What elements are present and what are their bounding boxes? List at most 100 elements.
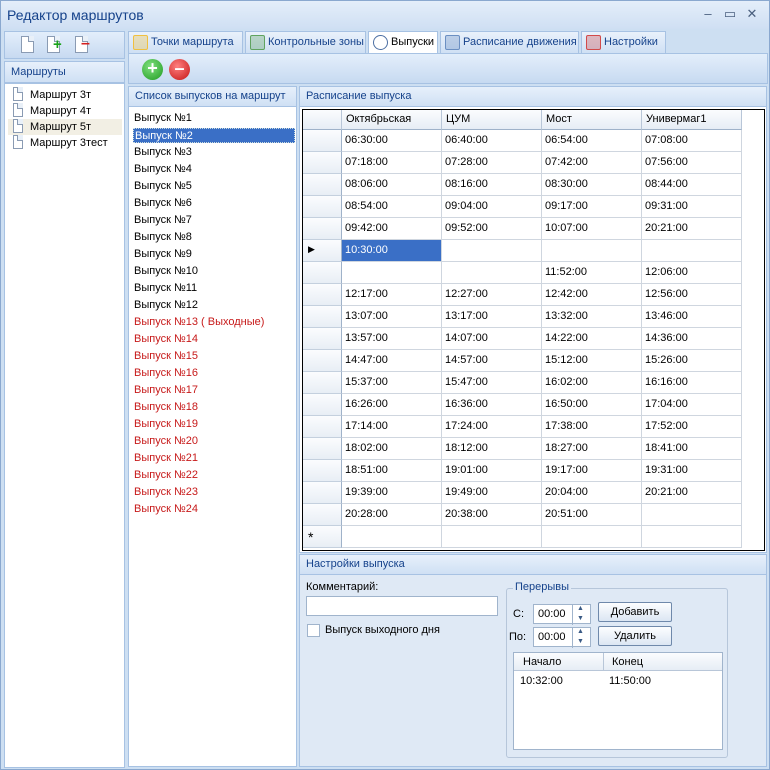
- maximize-button[interactable]: ▭: [720, 5, 740, 23]
- schedule-cell[interactable]: 10:07:00: [542, 218, 642, 240]
- schedule-cell[interactable]: 18:41:00: [642, 438, 742, 460]
- row-header[interactable]: [303, 174, 342, 196]
- tab-0[interactable]: Точки маршрута: [128, 31, 243, 53]
- schedule-cell[interactable]: 13:07:00: [342, 306, 442, 328]
- schedule-cell[interactable]: [442, 240, 542, 262]
- new-route-button[interactable]: [19, 35, 37, 55]
- schedule-cell[interactable]: 08:30:00: [542, 174, 642, 196]
- add-break-button[interactable]: Добавить: [598, 602, 672, 622]
- to-time-input[interactable]: 00:00 ▲ ▼: [533, 627, 591, 648]
- comment-input[interactable]: [306, 596, 498, 616]
- row-header[interactable]: [303, 482, 342, 504]
- route-item[interactable]: Маршрут 3т: [8, 87, 122, 103]
- row-header[interactable]: [303, 130, 342, 152]
- vypusk-item[interactable]: Выпуск №8: [133, 230, 295, 245]
- tab-2[interactable]: Выпуски: [368, 31, 438, 54]
- schedule-cell[interactable]: [342, 526, 442, 548]
- delete-route-button[interactable]: –: [73, 35, 91, 55]
- add-route-button[interactable]: +: [45, 35, 63, 55]
- schedule-cell[interactable]: 16:26:00: [342, 394, 442, 416]
- schedule-cell[interactable]: 06:40:00: [442, 130, 542, 152]
- vypusk-item[interactable]: Выпуск №15: [133, 349, 295, 364]
- vypusk-item[interactable]: Выпуск №3: [133, 145, 295, 160]
- schedule-cell[interactable]: 20:28:00: [342, 504, 442, 526]
- row-header[interactable]: [303, 284, 342, 306]
- schedule-cell[interactable]: 16:50:00: [542, 394, 642, 416]
- add-vypusk-button[interactable]: +: [142, 59, 163, 80]
- tab-1[interactable]: Контрольные зоны: [245, 31, 366, 53]
- schedule-cell[interactable]: [542, 240, 642, 262]
- route-item[interactable]: Маршрут 3тест: [8, 135, 122, 151]
- schedule-cell[interactable]: 20:21:00: [642, 218, 742, 240]
- schedule-cell[interactable]: 11:52:00: [542, 262, 642, 284]
- schedule-cell[interactable]: 08:44:00: [642, 174, 742, 196]
- schedule-cell[interactable]: 17:14:00: [342, 416, 442, 438]
- row-header[interactable]: [303, 262, 342, 284]
- vypusk-item[interactable]: Выпуск №17: [133, 383, 295, 398]
- schedule-cell[interactable]: 18:02:00: [342, 438, 442, 460]
- schedule-cell[interactable]: 08:16:00: [442, 174, 542, 196]
- close-button[interactable]: ✕: [742, 5, 762, 23]
- schedule-cell[interactable]: 07:42:00: [542, 152, 642, 174]
- tab-3[interactable]: Расписание движения: [440, 31, 579, 53]
- schedule-cell[interactable]: 18:51:00: [342, 460, 442, 482]
- schedule-cell[interactable]: 14:22:00: [542, 328, 642, 350]
- row-header[interactable]: [303, 372, 342, 394]
- vypusk-item[interactable]: Выпуск №14: [133, 332, 295, 347]
- schedule-cell[interactable]: [642, 240, 742, 262]
- schedule-cell[interactable]: 17:04:00: [642, 394, 742, 416]
- schedule-cell[interactable]: 08:54:00: [342, 196, 442, 218]
- schedule-cell[interactable]: 07:28:00: [442, 152, 542, 174]
- vypusk-item[interactable]: Выпуск №19: [133, 417, 295, 432]
- schedule-cell[interactable]: 17:24:00: [442, 416, 542, 438]
- schedule-cell[interactable]: 09:31:00: [642, 196, 742, 218]
- schedule-cell[interactable]: 07:56:00: [642, 152, 742, 174]
- schedule-cell[interactable]: 15:37:00: [342, 372, 442, 394]
- row-header[interactable]: [303, 416, 342, 438]
- row-header[interactable]: [303, 306, 342, 328]
- vypusk-item[interactable]: Выпуск №9: [133, 247, 295, 262]
- schedule-cell[interactable]: 09:04:00: [442, 196, 542, 218]
- vypusk-item[interactable]: Выпуск №7: [133, 213, 295, 228]
- column-header[interactable]: ЦУМ: [442, 110, 542, 130]
- schedule-cell[interactable]: 14:36:00: [642, 328, 742, 350]
- vypusk-item[interactable]: Выпуск №12: [133, 298, 295, 313]
- schedule-cell[interactable]: [542, 526, 642, 548]
- column-header[interactable]: Мост: [542, 110, 642, 130]
- schedule-cell[interactable]: [642, 504, 742, 526]
- vypusk-item[interactable]: Выпуск №22: [133, 468, 295, 483]
- weekend-checkbox[interactable]: [307, 624, 320, 637]
- schedule-cell[interactable]: 15:47:00: [442, 372, 542, 394]
- row-header[interactable]: [303, 460, 342, 482]
- vypusk-item[interactable]: Выпуск №2: [133, 128, 295, 143]
- tab-4[interactable]: Настройки: [581, 31, 666, 53]
- schedule-cell[interactable]: 20:51:00: [542, 504, 642, 526]
- schedule-cell[interactable]: 16:02:00: [542, 372, 642, 394]
- to-spinner[interactable]: ▲ ▼: [572, 628, 590, 648]
- vypusk-item[interactable]: Выпуск №10: [133, 264, 295, 279]
- from-spinner[interactable]: ▲ ▼: [572, 605, 590, 625]
- vypusk-item[interactable]: Выпуск №6: [133, 196, 295, 211]
- row-header[interactable]: [303, 438, 342, 460]
- break-start-value[interactable]: 10:32:00: [520, 675, 563, 687]
- schedule-cell[interactable]: 12:27:00: [442, 284, 542, 306]
- schedule-cell[interactable]: 14:07:00: [442, 328, 542, 350]
- vypusk-item[interactable]: Выпуск №4: [133, 162, 295, 177]
- schedule-cell[interactable]: 14:47:00: [342, 350, 442, 372]
- schedule-cell[interactable]: 19:17:00: [542, 460, 642, 482]
- vypusk-item[interactable]: Выпуск №23: [133, 485, 295, 500]
- vypusk-item[interactable]: Выпуск №21: [133, 451, 295, 466]
- row-header[interactable]: ▶: [303, 240, 342, 262]
- schedule-cell[interactable]: [442, 526, 542, 548]
- schedule-cell[interactable]: 15:26:00: [642, 350, 742, 372]
- row-header[interactable]: [303, 504, 342, 526]
- schedule-cell[interactable]: 09:17:00: [542, 196, 642, 218]
- schedule-cell[interactable]: 13:17:00: [442, 306, 542, 328]
- schedule-cell[interactable]: 13:32:00: [542, 306, 642, 328]
- schedule-cell[interactable]: 18:12:00: [442, 438, 542, 460]
- schedule-cell[interactable]: 19:01:00: [442, 460, 542, 482]
- schedule-cell[interactable]: 08:06:00: [342, 174, 442, 196]
- schedule-cell[interactable]: 07:18:00: [342, 152, 442, 174]
- delete-vypusk-button[interactable]: –: [169, 59, 190, 80]
- schedule-cell[interactable]: [442, 262, 542, 284]
